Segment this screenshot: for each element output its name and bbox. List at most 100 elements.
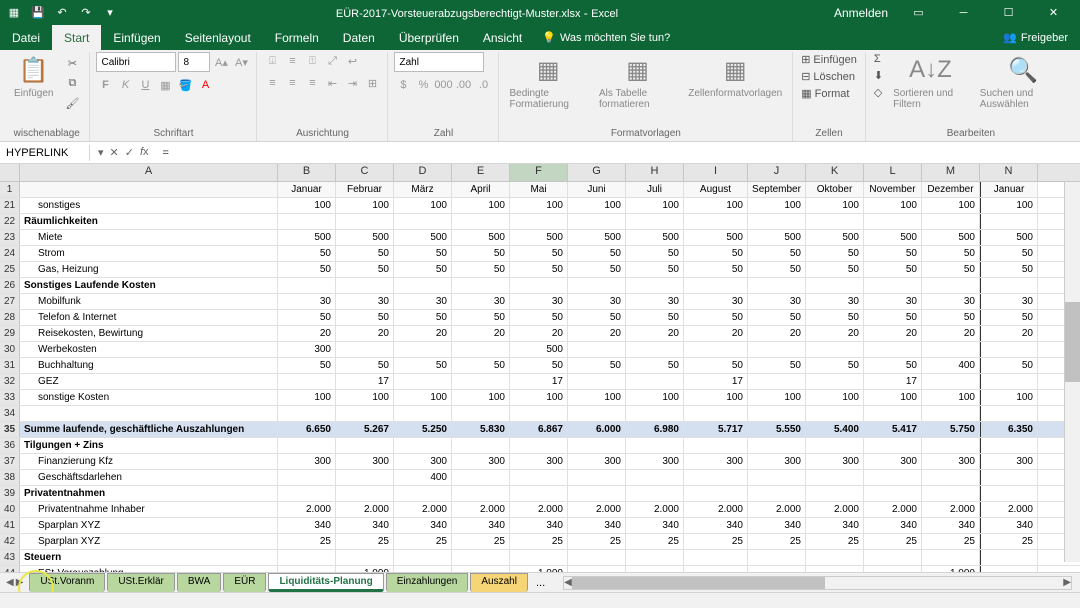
cell[interactable]: Gas, Heizung xyxy=(20,262,278,277)
cell[interactable]: 1.000 xyxy=(922,566,980,572)
font-size-select[interactable] xyxy=(178,52,210,72)
cell[interactable] xyxy=(510,278,568,293)
cell[interactable]: 50 xyxy=(452,358,510,373)
cell[interactable] xyxy=(806,374,864,389)
cell[interactable] xyxy=(922,438,980,453)
cell[interactable] xyxy=(748,566,806,572)
cell[interactable]: 50 xyxy=(980,310,1038,325)
row-header[interactable]: 30 xyxy=(0,342,20,357)
cell[interactable]: 100 xyxy=(452,198,510,213)
cell[interactable]: 20 xyxy=(980,326,1038,341)
cell[interactable]: 100 xyxy=(452,390,510,405)
cell[interactable]: 30 xyxy=(980,294,1038,309)
cell[interactable]: 50 xyxy=(568,262,626,277)
row-header[interactable]: 23 xyxy=(0,230,20,245)
cell[interactable] xyxy=(626,470,684,485)
scroll-left-icon[interactable]: ◀ xyxy=(564,577,572,588)
cell[interactable]: 100 xyxy=(626,390,684,405)
cell[interactable]: 100 xyxy=(922,390,980,405)
cell[interactable] xyxy=(278,374,336,389)
cell[interactable]: 50 xyxy=(626,358,684,373)
row-header[interactable]: 40 xyxy=(0,502,20,517)
cell[interactable] xyxy=(626,486,684,501)
cell[interactable]: 30 xyxy=(452,294,510,309)
cell[interactable]: 50 xyxy=(626,310,684,325)
minimize-button[interactable]: ─ xyxy=(941,0,986,25)
cell[interactable]: 30 xyxy=(748,294,806,309)
tab-next-icon[interactable]: ▶ xyxy=(16,577,24,588)
cell[interactable]: Werbekosten xyxy=(20,342,278,357)
cell[interactable]: 6.650 xyxy=(278,422,336,437)
cancel-icon[interactable]: ✕ xyxy=(110,146,119,159)
underline-button[interactable]: U xyxy=(136,76,154,94)
cell[interactable]: Buchhaltung xyxy=(20,358,278,373)
cell[interactable] xyxy=(394,438,452,453)
sort-filter-button[interactable]: A↓Z Sortieren und Filtern xyxy=(889,52,972,112)
cell[interactable] xyxy=(452,566,510,572)
cell[interactable]: 25 xyxy=(568,534,626,549)
cell[interactable] xyxy=(278,214,336,229)
cell[interactable] xyxy=(864,342,922,357)
row-header[interactable]: 34 xyxy=(0,406,20,421)
cell[interactable] xyxy=(394,486,452,501)
cell[interactable] xyxy=(394,550,452,565)
paste-button[interactable]: 📋 Einfügen xyxy=(10,52,57,101)
cell[interactable] xyxy=(626,374,684,389)
cell[interactable]: 50 xyxy=(510,246,568,261)
cell[interactable] xyxy=(922,374,980,389)
cell[interactable]: 50 xyxy=(278,310,336,325)
cell[interactable]: 30 xyxy=(336,294,394,309)
row-header[interactable]: 21 xyxy=(0,198,20,213)
cell[interactable]: 30 xyxy=(278,294,336,309)
cell[interactable]: 300 xyxy=(684,454,748,469)
cell[interactable] xyxy=(510,550,568,565)
cell[interactable]: Telefon & Internet xyxy=(20,310,278,325)
cell[interactable] xyxy=(510,406,568,421)
cell[interactable]: Sparplan XYZ xyxy=(20,534,278,549)
format-cells-button[interactable]: ▦Format xyxy=(799,86,859,101)
cell[interactable] xyxy=(922,470,980,485)
cell[interactable]: 20 xyxy=(336,326,394,341)
cell[interactable]: 50 xyxy=(394,358,452,373)
find-select-button[interactable]: 🔍 Suchen und Auswählen xyxy=(976,52,1070,112)
cell[interactable] xyxy=(980,374,1038,389)
cell[interactable]: Miete xyxy=(20,230,278,245)
cell[interactable] xyxy=(568,486,626,501)
cell[interactable]: 340 xyxy=(806,518,864,533)
row-header[interactable]: 42 xyxy=(0,534,20,549)
percent-icon[interactable]: % xyxy=(414,76,432,94)
row-header[interactable]: 22 xyxy=(0,214,20,229)
cell[interactable] xyxy=(864,486,922,501)
bold-button[interactable]: F xyxy=(96,76,114,94)
cell[interactable]: 50 xyxy=(748,310,806,325)
cell[interactable] xyxy=(684,214,748,229)
col-header-C[interactable]: C xyxy=(336,164,394,181)
cell[interactable]: 17 xyxy=(864,374,922,389)
cell[interactable] xyxy=(336,406,394,421)
cell[interactable]: 50 xyxy=(748,358,806,373)
cell[interactable] xyxy=(980,486,1038,501)
cell[interactable]: 2.000 xyxy=(394,502,452,517)
cell[interactable] xyxy=(980,214,1038,229)
cell[interactable]: 25 xyxy=(864,534,922,549)
cell[interactable] xyxy=(980,342,1038,357)
cell[interactable] xyxy=(336,486,394,501)
cell[interactable]: 50 xyxy=(806,310,864,325)
cell[interactable]: 30 xyxy=(864,294,922,309)
cell[interactable] xyxy=(568,278,626,293)
fill-button[interactable]: ⬇ xyxy=(872,68,885,83)
cell[interactable]: 340 xyxy=(278,518,336,533)
cell[interactable] xyxy=(980,470,1038,485)
cell[interactable]: 2.000 xyxy=(278,502,336,517)
cell[interactable]: 100 xyxy=(336,198,394,213)
clear-button[interactable]: ◇ xyxy=(872,85,885,100)
cell[interactable] xyxy=(864,550,922,565)
cell[interactable] xyxy=(510,438,568,453)
cell[interactable]: 20 xyxy=(452,326,510,341)
cell[interactable]: 30 xyxy=(568,294,626,309)
cell[interactable]: Summe laufende, geschäftliche Auszahlung… xyxy=(20,422,278,437)
cell[interactable] xyxy=(452,374,510,389)
cell[interactable] xyxy=(568,470,626,485)
sheet-tab[interactable]: EÜR xyxy=(223,573,266,592)
tab-data[interactable]: Daten xyxy=(331,25,387,50)
